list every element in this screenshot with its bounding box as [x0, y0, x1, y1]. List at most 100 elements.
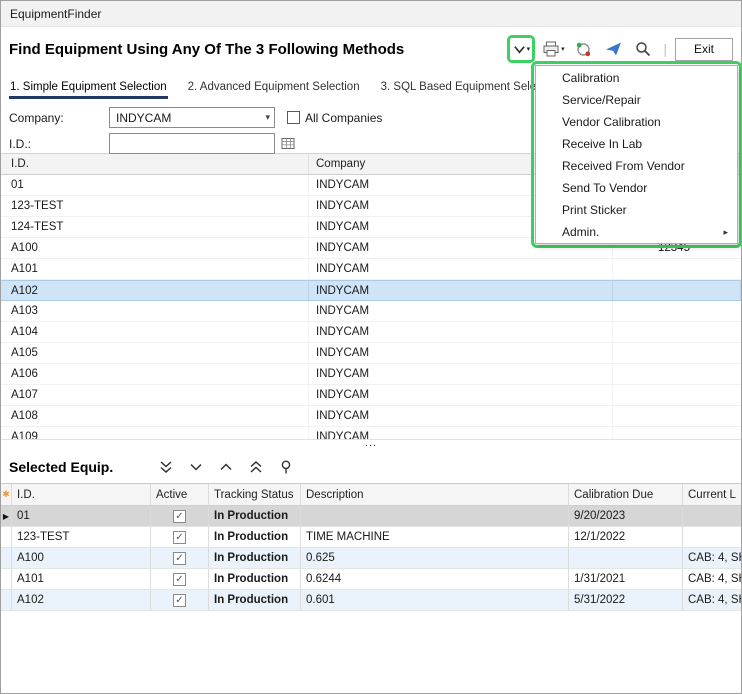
cell-id: 01	[12, 506, 151, 526]
menu-item-send-to-vendor[interactable]: Send To Vendor	[536, 177, 737, 199]
column-header-description[interactable]: Description	[301, 484, 569, 505]
tab-simple-equipment-selection[interactable]: 1. Simple Equipment Selection	[9, 81, 168, 99]
menu-item-receive-in-lab[interactable]: Receive In Lab	[536, 133, 737, 155]
row-selector-cell: ▶	[1, 506, 12, 526]
cell-tracking-status: In Production	[209, 548, 301, 568]
column-header-id[interactable]: I.D.	[1, 154, 309, 174]
move-all-down-button[interactable]	[155, 456, 177, 478]
cell-description: TIME MACHINE	[301, 527, 569, 547]
column-header-calibration-due[interactable]: Calibration Due	[569, 484, 683, 505]
search-button[interactable]	[631, 37, 655, 61]
company-selected-value: INDYCAM	[116, 111, 171, 125]
paper-plane-icon	[605, 41, 622, 57]
cell-id: A105	[1, 343, 309, 363]
equipment-row[interactable]: A106INDYCAM	[1, 364, 741, 385]
cell-id: A102	[12, 590, 151, 610]
equipment-row[interactable]: A105INDYCAM	[1, 343, 741, 364]
horizontal-scrollbar[interactable]: ...	[1, 439, 741, 451]
cell-id: A101	[1, 259, 309, 279]
menu-item-print-sticker[interactable]: Print Sticker	[536, 199, 737, 221]
company-select[interactable]: INDYCAM ▾	[109, 107, 275, 128]
cell-company: INDYCAM	[309, 364, 613, 384]
column-header-tracking-status[interactable]: Tracking Status	[209, 484, 301, 505]
all-companies-checkbox[interactable]	[287, 111, 300, 124]
cell-calibration-due	[569, 548, 683, 568]
selected-equipment-row[interactable]: ▶01✓In Production9/20/2023	[1, 506, 741, 527]
chevron-up-icon	[218, 459, 234, 475]
equipment-row[interactable]: A107INDYCAM	[1, 385, 741, 406]
menu-item-calibration[interactable]: Calibration	[536, 67, 737, 89]
cell-description: 0.601	[301, 590, 569, 610]
highlight-box-dropdown: ▾	[507, 35, 535, 63]
cell-current-location: CAB: 4, SH	[683, 548, 741, 568]
print-button[interactable]: ▾	[541, 37, 565, 61]
equipment-row[interactable]: A103INDYCAM	[1, 301, 741, 322]
menu-item-label: Received From Vendor	[562, 159, 685, 173]
cell-active: ✓	[151, 548, 209, 568]
all-companies-label: All Companies	[305, 111, 382, 125]
equipment-row[interactable]: A108INDYCAM	[1, 406, 741, 427]
status-dots-button[interactable]	[571, 37, 595, 61]
active-checkbox[interactable]: ✓	[173, 552, 186, 565]
column-header-current-location[interactable]: Current L	[683, 484, 741, 505]
cell-extra	[613, 364, 741, 384]
equipment-row[interactable]: A101INDYCAM	[1, 259, 741, 280]
id-input[interactable]	[109, 133, 275, 154]
location-pin-button[interactable]	[275, 456, 297, 478]
cell-company: INDYCAM	[309, 281, 613, 300]
active-checkbox[interactable]: ✓	[173, 510, 186, 523]
move-down-button[interactable]	[185, 456, 207, 478]
context-menu: CalibrationService/RepairVendor Calibrat…	[535, 65, 738, 244]
exit-button[interactable]: Exit	[675, 38, 733, 61]
cell-active: ✓	[151, 506, 209, 526]
cell-current-location: CAB: 4, SH	[683, 590, 741, 610]
move-up-button[interactable]	[215, 456, 237, 478]
active-checkbox[interactable]: ✓	[173, 573, 186, 586]
double-chevron-up-icon	[248, 459, 264, 475]
cell-description	[301, 506, 569, 526]
menu-item-vendor-calibration[interactable]: Vendor Calibration	[536, 111, 737, 133]
selected-equipment-row[interactable]: 123-TEST✓In ProductionTIME MACHINE12/1/2…	[1, 527, 741, 548]
selected-equipment-row[interactable]: A102✓In Production0.6015/31/2022CAB: 4, …	[1, 590, 741, 611]
column-header-active[interactable]: Active	[151, 484, 209, 505]
cell-company: INDYCAM	[309, 406, 613, 426]
cell-company: INDYCAM	[309, 301, 613, 321]
cell-tracking-status: In Production	[209, 527, 301, 547]
cell-tracking-status: In Production	[209, 569, 301, 589]
actions-dropdown-button[interactable]: ▾	[510, 38, 532, 60]
move-all-up-button[interactable]	[245, 456, 267, 478]
active-checkbox[interactable]: ✓	[173, 531, 186, 544]
cell-tracking-status: In Production	[209, 590, 301, 610]
menu-item-service-repair[interactable]: Service/Repair	[536, 89, 737, 111]
equipment-row[interactable]: A102INDYCAM	[1, 280, 741, 301]
row-selector-cell	[1, 527, 12, 547]
status-dots-icon	[575, 41, 592, 58]
cell-id: 123-TEST	[1, 196, 309, 216]
cell-id: A104	[1, 322, 309, 342]
equipment-row[interactable]: A104INDYCAM	[1, 322, 741, 343]
send-button[interactable]	[601, 37, 625, 61]
menu-item-received-from-vendor[interactable]: Received From Vendor	[536, 155, 737, 177]
menu-item-admin[interactable]: Admin.▸	[536, 221, 737, 243]
asterisk-icon: ✱	[2, 490, 10, 499]
titlebar: EquipmentFinder	[1, 1, 741, 27]
cell-id: A106	[1, 364, 309, 384]
cell-id: A107	[1, 385, 309, 405]
chevron-down-icon	[513, 43, 526, 56]
row-selector-cell	[1, 590, 12, 610]
row-selector-header: ✱	[1, 484, 12, 505]
cell-current-location	[683, 506, 741, 526]
active-checkbox[interactable]: ✓	[173, 594, 186, 607]
column-header-id[interactable]: I.D.	[12, 484, 151, 505]
combo-chevron-down-icon: ▾	[265, 112, 270, 123]
selected-equipment-row[interactable]: A100✓In Production0.625CAB: 4, SH	[1, 548, 741, 569]
selected-equip-bar: Selected Equip.	[1, 451, 741, 483]
cell-extra	[613, 301, 741, 321]
selected-equipment-row[interactable]: A101✓In Production0.62441/31/2021CAB: 4,…	[1, 569, 741, 590]
lookup-grid-icon[interactable]	[281, 137, 295, 150]
tab-advanced-equipment-selection[interactable]: 2. Advanced Equipment Selection	[187, 81, 361, 99]
cell-current-location: CAB: 4, SH	[683, 569, 741, 589]
menu-item-label: Print Sticker	[562, 203, 627, 217]
cell-extra	[613, 259, 741, 279]
search-icon	[635, 41, 651, 57]
